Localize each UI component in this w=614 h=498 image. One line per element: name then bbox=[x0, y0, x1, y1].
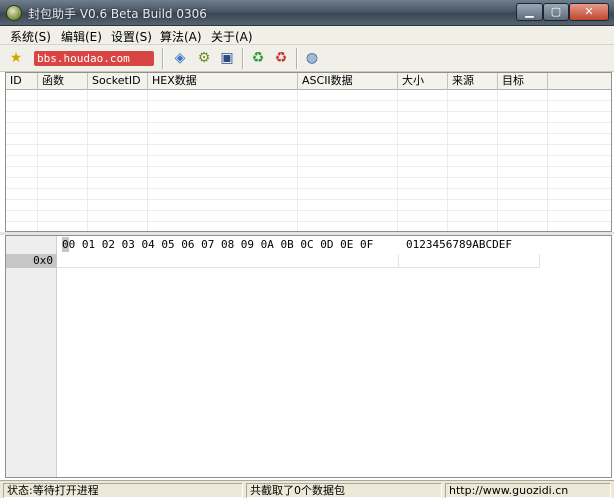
title-bar[interactable]: 封包助手 V0.6 Beta Build 0306 ▁ ▢ ✕ bbox=[0, 0, 614, 26]
hex-row-offset: 0x0 bbox=[6, 254, 57, 268]
toolbar: ★ bbs.houdao.com ◈ ⚙ ▣ ♻ ♻ ◍ bbox=[0, 45, 614, 72]
column-id[interactable]: ID bbox=[6, 73, 38, 90]
column-size[interactable]: 大小 bbox=[398, 73, 448, 90]
grid-line bbox=[497, 90, 498, 231]
app-icon bbox=[6, 5, 22, 21]
hex-row-divider bbox=[398, 254, 399, 268]
menu-algorithm[interactable]: 算法(A) bbox=[160, 28, 202, 45]
hex-view[interactable]: 00 01 02 03 04 05 06 07 08 09 0A 0B 0C 0… bbox=[5, 235, 612, 478]
menu-settings[interactable]: 设置(S) bbox=[111, 28, 152, 45]
toolbar-separator bbox=[242, 48, 244, 69]
status-bar: 状态:等待打开进程 共截取了0个数据包 http://www.guozidi.c… bbox=[0, 480, 614, 498]
maximize-button[interactable]: ▢ bbox=[543, 3, 569, 21]
menu-edit[interactable]: 编辑(E) bbox=[61, 28, 102, 45]
menu-bar: 系统(S) 编辑(E) 设置(S) 算法(A) 关于(A) bbox=[0, 26, 614, 45]
packet-list-header: ID 函数 SocketID HEX数据 ASCII数据 大小 来源 目标 bbox=[6, 73, 611, 90]
grid-line bbox=[547, 90, 548, 231]
star-icon[interactable]: ★ bbox=[6, 49, 26, 67]
column-source[interactable]: 来源 bbox=[448, 73, 498, 90]
column-function[interactable]: 函数 bbox=[38, 73, 88, 90]
status-url[interactable]: http://www.guozidi.cn bbox=[445, 483, 611, 498]
watermark-logo: bbs.houdao.com bbox=[34, 51, 154, 66]
column-target[interactable]: 目标 bbox=[498, 73, 548, 90]
column-hex-data[interactable]: HEX数据 bbox=[148, 73, 298, 90]
grid-line bbox=[87, 90, 88, 231]
menu-system[interactable]: 系统(S) bbox=[10, 28, 51, 45]
hex-offset-gutter bbox=[6, 236, 57, 477]
window-icon[interactable]: ▣ bbox=[217, 49, 237, 67]
column-ascii-data[interactable]: ASCII数据 bbox=[298, 73, 398, 90]
refresh-icon[interactable]: ♻ bbox=[248, 49, 268, 67]
hex-row[interactable] bbox=[57, 254, 540, 268]
capture-icon[interactable]: ◈ bbox=[170, 49, 190, 67]
recycle-icon[interactable]: ♻ bbox=[271, 49, 291, 67]
window-title: 封包助手 V0.6 Beta Build 0306 bbox=[28, 7, 207, 21]
grid-line bbox=[397, 90, 398, 231]
status-packet-count: 共截取了0个数据包 bbox=[246, 483, 442, 498]
close-button[interactable]: ✕ bbox=[569, 3, 609, 21]
column-socket-id[interactable]: SocketID bbox=[88, 73, 148, 90]
status-state: 状态:等待打开进程 bbox=[3, 483, 243, 498]
toolbar-separator bbox=[296, 48, 298, 69]
filter-icon[interactable]: ⚙ bbox=[194, 49, 214, 67]
menu-about[interactable]: 关于(A) bbox=[211, 28, 253, 45]
grid-line bbox=[147, 90, 148, 231]
hex-ascii-header: 0123456789ABCDEF bbox=[406, 238, 512, 251]
grid-line bbox=[37, 90, 38, 231]
minimize-button[interactable]: ▁ bbox=[516, 3, 543, 21]
help-icon[interactable]: ◍ bbox=[302, 49, 322, 67]
grid-line bbox=[447, 90, 448, 231]
packet-list[interactable]: ID 函数 SocketID HEX数据 ASCII数据 大小 来源 目标 bbox=[5, 72, 612, 232]
grid-line bbox=[297, 90, 298, 231]
toolbar-separator bbox=[162, 48, 164, 69]
packet-list-body[interactable] bbox=[6, 90, 611, 231]
hex-byte-header: 00 01 02 03 04 05 06 07 08 09 0A 0B 0C 0… bbox=[62, 238, 374, 251]
